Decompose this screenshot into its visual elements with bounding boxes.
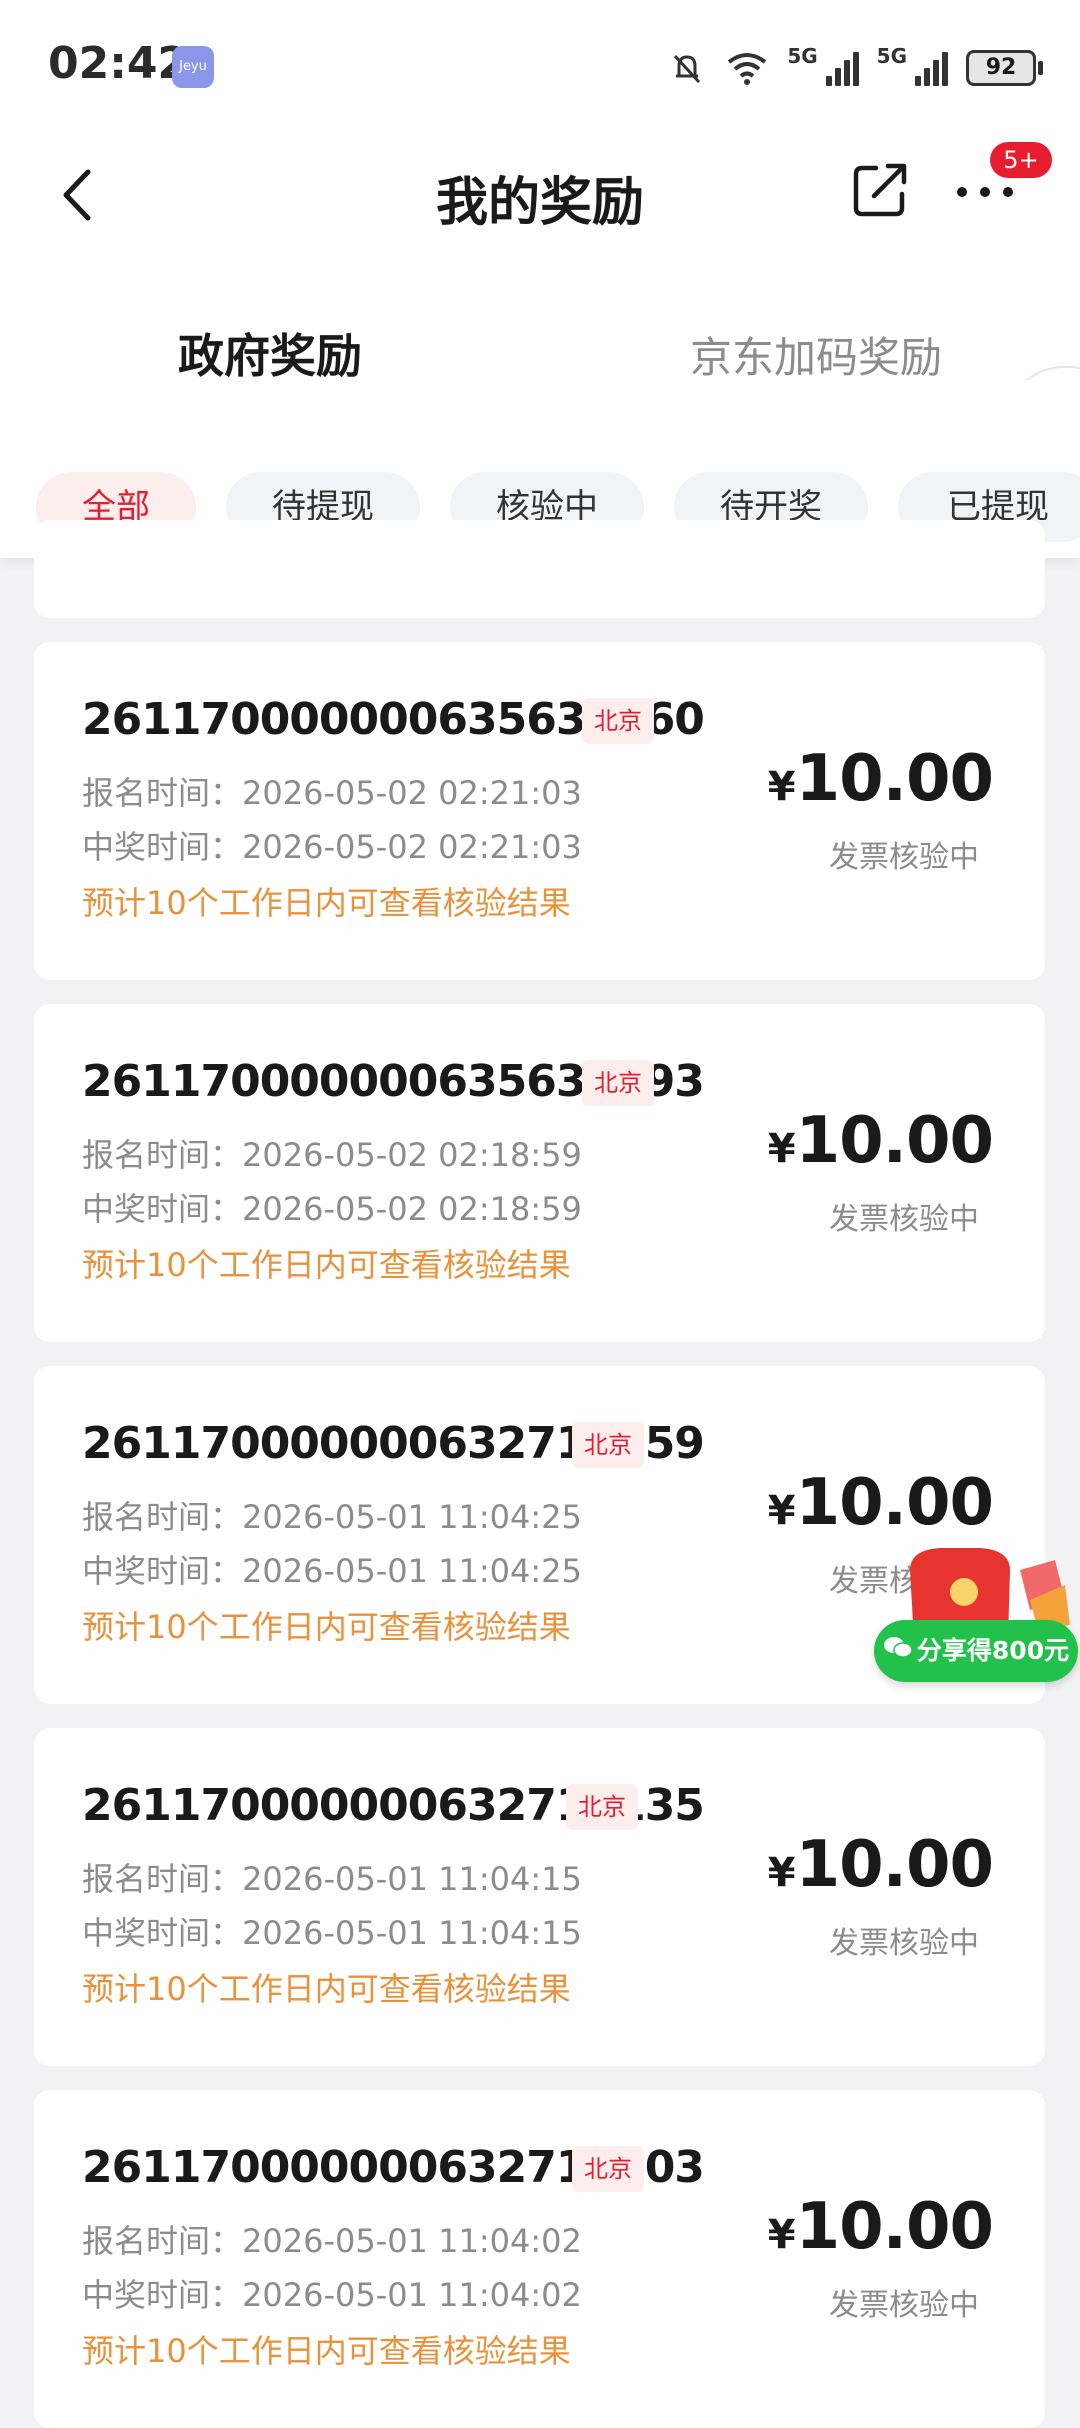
reward-card[interactable]: 261170000000635633493 北京 报名时间：2026-05-02… bbox=[34, 1004, 1045, 1342]
signup-time: 报名时间：2026-05-02 02:21:03 bbox=[82, 774, 582, 812]
share-reward-label: 分享得800元 bbox=[916, 1636, 1070, 1665]
notification-badge: 5+ bbox=[990, 142, 1052, 178]
reward-amount: ¥10.00 bbox=[767, 2190, 994, 2264]
reward-amount: ¥10.00 bbox=[767, 1828, 994, 1902]
signup-time: 报名时间：2026-05-02 02:18:59 bbox=[82, 1136, 582, 1174]
reward-amount: ¥10.00 bbox=[767, 742, 994, 816]
city-tag: 北京 bbox=[566, 1784, 638, 1830]
verify-note: 预计10个工作日内可查看核验结果 bbox=[82, 1608, 571, 1646]
win-time: 中奖时间：2026-05-01 11:04:15 bbox=[82, 1914, 582, 1952]
signup-time: 报名时间：2026-05-01 11:04:25 bbox=[82, 1498, 582, 1536]
city-tag: 北京 bbox=[572, 2146, 644, 2192]
reward-amount: ¥10.00 bbox=[767, 1466, 994, 1540]
mute-bell-icon bbox=[674, 54, 701, 84]
reward-status: 发票核验中 bbox=[829, 1926, 979, 1961]
status-bar: 02:42 Jeyu 5G 5G 92 bbox=[0, 0, 1080, 130]
reward-status: 发票核验中 bbox=[829, 840, 979, 875]
battery-indicator: 92 bbox=[966, 50, 1043, 86]
win-time: 中奖时间：2026-05-01 11:04:02 bbox=[82, 2276, 582, 2314]
verify-note: 预计10个工作日内可查看核验结果 bbox=[82, 884, 571, 922]
verify-note: 预计10个工作日内可查看核验结果 bbox=[82, 2332, 571, 2370]
status-time: 02:42 bbox=[48, 38, 189, 89]
share-reward-button[interactable]: 分享得800元 bbox=[874, 1620, 1078, 1682]
share-button[interactable] bbox=[848, 156, 914, 222]
city-tag: 北京 bbox=[572, 1422, 644, 1468]
signal-2-icon bbox=[915, 50, 948, 86]
win-time: 中奖时间：2026-05-01 11:04:25 bbox=[82, 1552, 582, 1590]
tab-gov-rewards[interactable]: 政府奖励 bbox=[178, 320, 362, 386]
city-tag: 北京 bbox=[582, 1060, 654, 1106]
signup-time: 报名时间：2026-05-01 11:04:15 bbox=[82, 1860, 582, 1898]
reward-amount: ¥10.00 bbox=[767, 1104, 994, 1178]
header: 我的奖励 5+ 政府奖励 京东加码奖励 bbox=[0, 130, 1080, 490]
wifi-icon bbox=[728, 53, 767, 85]
network-type-2: 5G bbox=[876, 44, 907, 68]
status-icons: 5G 5G 92 bbox=[667, 44, 1043, 92]
reward-card[interactable]: 261170000000635634060 北京 报名时间：2026-05-02… bbox=[34, 642, 1045, 980]
app-notification-icon: Jeyu bbox=[172, 46, 214, 88]
reward-card[interactable]: 261170000000632716403 北京 报名时间：2026-05-01… bbox=[34, 2090, 1045, 2428]
city-tag: 北京 bbox=[582, 698, 654, 744]
reward-card[interactable]: 261170000000632717135 北京 报名时间：2026-05-01… bbox=[34, 1728, 1045, 2066]
wechat-icon bbox=[883, 1621, 913, 1683]
reward-card-partial[interactable] bbox=[34, 520, 1045, 618]
verify-note: 预计10个工作日内可查看核验结果 bbox=[82, 1970, 571, 2008]
share-icon bbox=[853, 163, 907, 217]
network-type-1: 5G bbox=[787, 44, 818, 68]
signup-time: 报名时间：2026-05-01 11:04:02 bbox=[82, 2222, 582, 2260]
signal-1-icon bbox=[825, 50, 859, 86]
win-time: 中奖时间：2026-05-02 02:18:59 bbox=[82, 1190, 582, 1228]
tab-jd-bonus-rewards[interactable]: 京东加码奖励 bbox=[690, 324, 942, 385]
reward-status: 发票核验中 bbox=[829, 1202, 979, 1237]
verify-note: 预计10个工作日内可查看核验结果 bbox=[82, 1246, 571, 1284]
win-time: 中奖时间：2026-05-02 02:21:03 bbox=[82, 828, 582, 866]
reward-status: 发票核验中 bbox=[829, 2288, 979, 2323]
page-title: 我的奖励 bbox=[435, 173, 644, 233]
